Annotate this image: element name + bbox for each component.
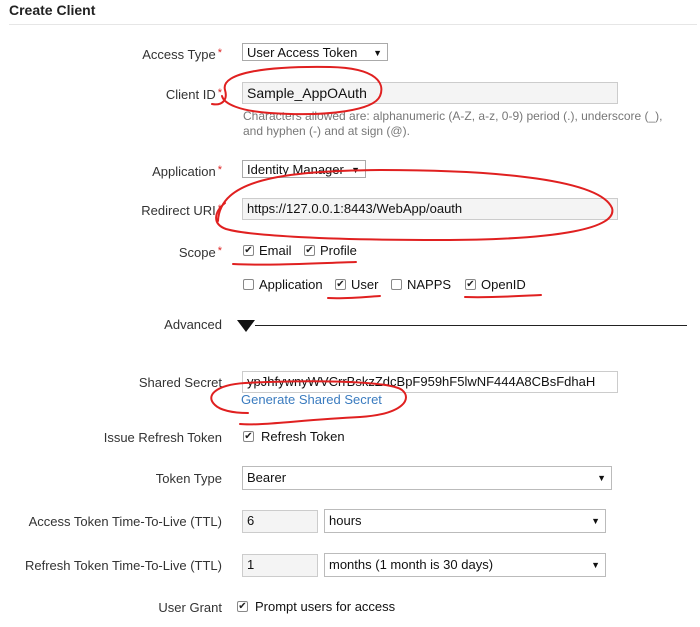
access-ttl-unit-select[interactable]: hours ▼ xyxy=(324,509,606,533)
scope-email-checkbox[interactable]: ✔ Email xyxy=(243,243,292,258)
checkbox-checked-icon: ✔ xyxy=(304,244,315,256)
page-title: Create Client xyxy=(9,2,96,18)
required-marker: * xyxy=(217,87,222,99)
token-type-value: Bearer xyxy=(247,470,287,485)
access-ttl-label: Access Token Time-To-Live (TTL) xyxy=(28,514,222,529)
client-id-help-line1: Characters allowed are: alphanumeric (A-… xyxy=(243,109,663,123)
access-type-label: Access Type * xyxy=(142,47,222,62)
chevron-down-icon: ▼ xyxy=(591,516,600,526)
checkbox-checked-icon: ✔ xyxy=(243,430,254,442)
scope-label: Scope * xyxy=(178,245,222,260)
client-id-input[interactable]: Sample_AppOAuth xyxy=(242,82,618,104)
scope-openid-checkbox[interactable]: ✔ OpenID xyxy=(465,277,526,292)
access-type-value: User Access Token xyxy=(247,45,358,60)
chevron-down-icon: ▼ xyxy=(373,48,382,58)
application-value: Identity Manager xyxy=(247,162,344,177)
scope-profile-checkbox[interactable]: ✔ Profile xyxy=(304,243,357,258)
application-label: Application * xyxy=(152,164,222,179)
application-select[interactable]: Identity Manager ▼ xyxy=(242,160,366,178)
checkbox-checked-icon: ✔ xyxy=(465,278,476,290)
chevron-down-icon: ▼ xyxy=(597,473,606,483)
expand-triangle-icon[interactable] xyxy=(237,320,255,332)
scope-user-checkbox[interactable]: ✔ User xyxy=(335,277,378,292)
user-underline xyxy=(327,295,381,300)
openid-underline xyxy=(464,294,542,299)
chevron-down-icon: ▼ xyxy=(591,560,600,570)
refresh-ttl-label: Refresh Token Time-To-Live (TTL) xyxy=(25,558,222,573)
title-divider xyxy=(9,24,697,25)
scope-underline xyxy=(232,261,357,266)
scope-application-checkbox[interactable]: Application xyxy=(243,277,323,292)
required-marker: * xyxy=(217,47,222,59)
advanced-label: Advanced xyxy=(164,317,222,332)
access-ttl-unit-value: hours xyxy=(329,513,362,528)
advanced-divider xyxy=(255,325,687,326)
client-id-label: Client ID * xyxy=(165,87,222,102)
refresh-ttl-unit-value: months (1 month is 30 days) xyxy=(329,557,494,572)
prompt-users-checkbox[interactable]: ✔ Prompt users for access xyxy=(237,599,395,614)
refresh-ttl-unit-select[interactable]: months (1 month is 30 days) ▼ xyxy=(324,553,606,577)
shared-secret-label: Shared Secret xyxy=(138,375,222,390)
refresh-ttl-input[interactable]: 1 xyxy=(242,554,318,577)
access-ttl-input[interactable]: 6 xyxy=(242,510,318,533)
checkbox-empty-icon xyxy=(243,279,254,290)
redirect-uri-input[interactable]: https://127.0.0.1:8443/WebApp/oauth xyxy=(242,198,618,220)
token-type-label: Token Type xyxy=(155,471,222,486)
chevron-down-icon: ▼ xyxy=(351,165,360,175)
shared-secret-input[interactable]: ypJhfywnyWVCrrBskzZdcBpF959hF5lwNF444A8C… xyxy=(242,371,618,393)
generate-shared-secret-link[interactable]: Generate Shared Secret xyxy=(241,392,382,407)
checkbox-checked-icon: ✔ xyxy=(237,600,248,612)
issue-refresh-token-label: Issue Refresh Token xyxy=(103,430,222,445)
checkbox-checked-icon: ✔ xyxy=(243,244,254,256)
required-marker: * xyxy=(217,245,222,257)
scope-napps-checkbox[interactable]: NAPPS xyxy=(391,277,451,292)
required-marker: * xyxy=(217,203,222,215)
required-marker: * xyxy=(217,164,222,176)
checkbox-empty-icon xyxy=(391,279,402,290)
token-type-select[interactable]: Bearer ▼ xyxy=(242,466,612,490)
redirect-uri-label: Redirect URI * xyxy=(141,203,222,218)
user-grant-label: User Grant xyxy=(158,600,222,615)
refresh-token-checkbox[interactable]: ✔ Refresh Token xyxy=(243,429,345,444)
checkbox-checked-icon: ✔ xyxy=(335,278,346,290)
access-type-select[interactable]: User Access Token ▼ xyxy=(242,43,388,61)
client-id-help-line2: and hyphen (-) and at sign (@). xyxy=(243,124,410,138)
